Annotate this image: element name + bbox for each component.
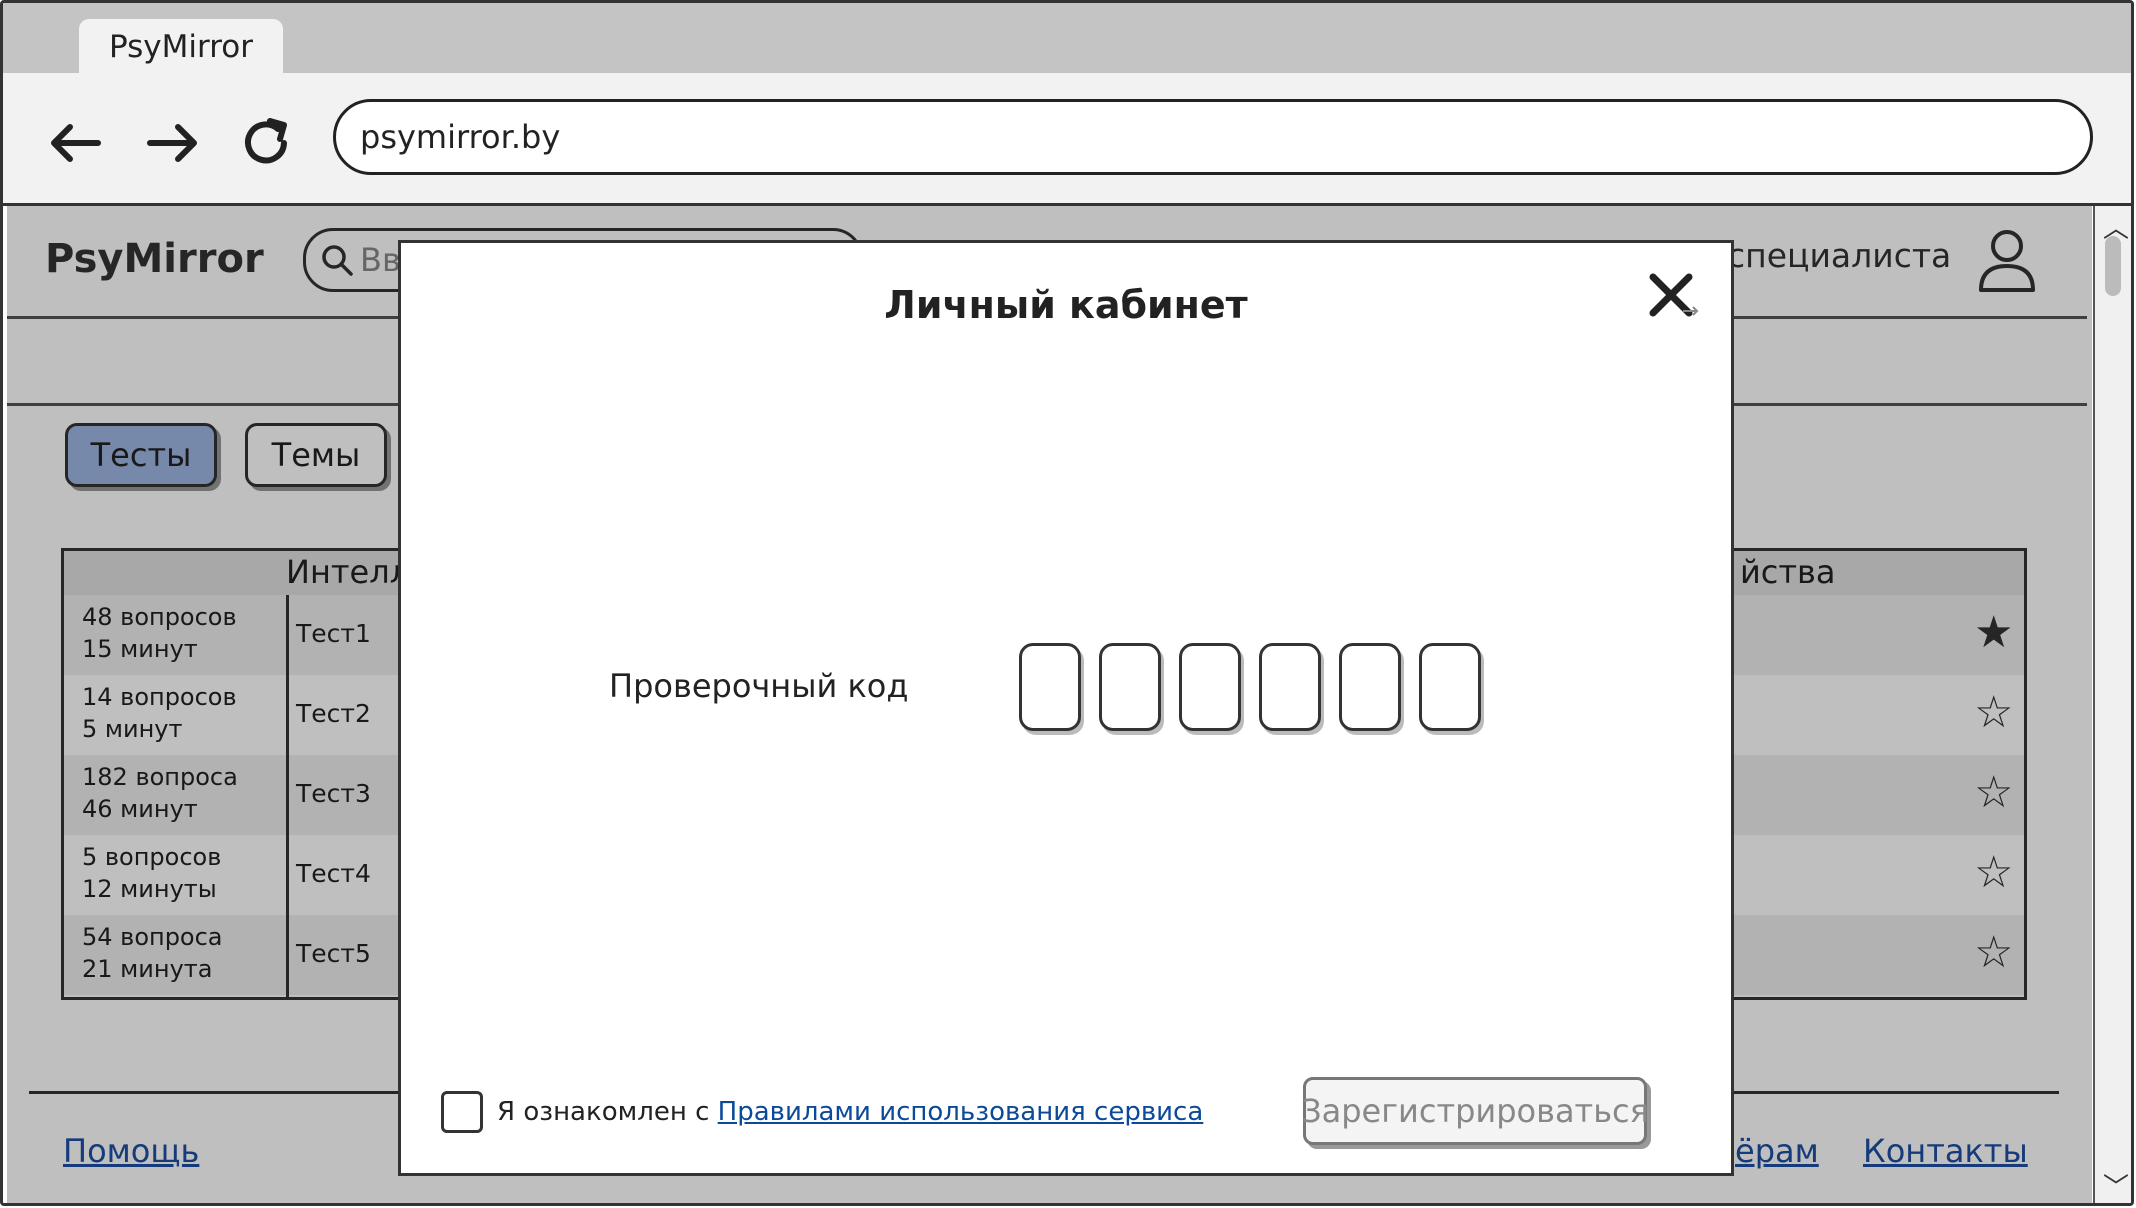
register-button[interactable]: Зарегистрироваться	[1301, 1077, 1649, 1145]
forward-button[interactable]	[139, 113, 209, 173]
close-icon[interactable]	[1643, 267, 1703, 327]
modal-title: Личный кабинет	[884, 283, 1248, 327]
forward-arrow-icon	[147, 124, 197, 162]
agree-text: Я ознакомлен с Правилами использования с…	[497, 1097, 1203, 1127]
browser-tab[interactable]: PsyMirror	[79, 19, 283, 75]
terms-link[interactable]: Правилами использования сервиса	[718, 1097, 1204, 1127]
agree-checkbox[interactable]	[441, 1091, 483, 1133]
scroll-down-icon[interactable]: ﹀	[2103, 1167, 2129, 1203]
browser-toolbar: psymirror.by	[3, 73, 2131, 206]
url-text: psymirror.by	[360, 118, 561, 156]
code-digit-input[interactable]	[1179, 643, 1241, 731]
code-digit-input[interactable]	[1419, 643, 1481, 731]
page-scrollbar[interactable]: ︿ ﹀	[2093, 206, 2131, 1203]
tab-bar: PsyMirror	[3, 3, 2131, 75]
code-digit-input[interactable]	[1099, 643, 1161, 731]
code-digit-input[interactable]	[1019, 643, 1081, 731]
code-digit-input[interactable]	[1339, 643, 1401, 731]
verification-code-label: Проверочный код	[609, 667, 909, 705]
scroll-thumb[interactable]	[2105, 236, 2121, 296]
back-arrow-icon	[51, 124, 101, 162]
code-digit-input[interactable]	[1259, 643, 1321, 731]
back-button[interactable]	[39, 113, 109, 173]
reload-button[interactable]	[231, 113, 301, 173]
address-bar[interactable]: psymirror.by	[333, 99, 2093, 175]
reload-icon	[245, 118, 287, 164]
agree-prefix: Я ознакомлен с	[497, 1097, 718, 1127]
browser-window: PsyMirror psymirror.by PsyMirror Вв спец…	[0, 0, 2134, 1206]
account-modal: Личный кабинет Проверочный код Я ознаком…	[398, 240, 1734, 1176]
